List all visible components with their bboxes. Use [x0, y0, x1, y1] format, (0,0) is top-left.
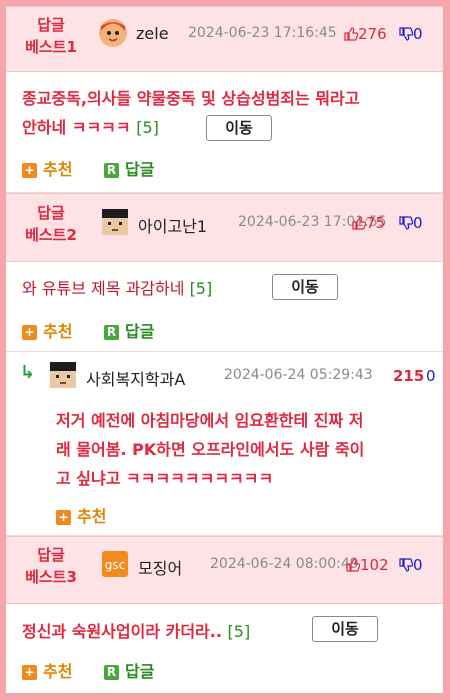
reply-label: 답글	[125, 662, 155, 681]
recommend-button[interactable]: + 추천	[22, 156, 72, 180]
badge-line2: 베스트1	[25, 38, 77, 56]
badge-line1: 답글	[37, 16, 65, 34]
reply-label: 답글	[125, 322, 155, 341]
username[interactable]: 모징어	[138, 555, 182, 579]
comment-line: 저거 예전에 아침마당에서 임요환한테 진짜 저	[56, 411, 364, 430]
thumb-up-icon	[352, 216, 366, 230]
downvote-count[interactable]: 0	[426, 367, 436, 385]
move-button[interactable]: 이동	[272, 274, 338, 300]
avatar[interactable]	[48, 360, 78, 390]
move-button[interactable]: 이동	[206, 115, 272, 141]
reply-r-icon: R	[104, 665, 119, 680]
upvote-count[interactable]: 102	[346, 556, 389, 574]
divider	[6, 351, 443, 352]
downvote-value: 0	[426, 367, 436, 385]
comment-line: 안하네 ㅋㅋㅋㅋ	[22, 118, 131, 137]
downvote-value: 0	[413, 214, 423, 232]
reply-r-icon: R	[104, 163, 119, 178]
comment-line: 와 유튜브 제목 과감하네	[22, 279, 185, 298]
reply-arrow-icon: ↳	[20, 362, 36, 383]
thumb-down-icon	[399, 558, 413, 572]
upvote-value: 215	[393, 367, 425, 385]
comment-list: 답글 베스트1 zele 2024-06-23 17:16:45 276 0 종…	[6, 6, 443, 693]
comment-text: 정신과 숙원사업이라 카더라.. [5]	[22, 617, 322, 646]
upvote-value: 102	[360, 556, 389, 574]
avatar[interactable]: gsc	[100, 549, 130, 579]
comment-text: 와 유튜브 제목 과감하네 [5]	[22, 274, 282, 303]
reply-button[interactable]: R 답글	[104, 156, 154, 180]
comment-line: 정신과 숙원사업이라 카더라..	[22, 622, 222, 641]
downvote-count[interactable]: 0	[399, 556, 423, 574]
downvote-value: 0	[413, 556, 423, 574]
upvote-count[interactable]: 215	[393, 367, 424, 385]
badge-line1: 답글	[37, 204, 65, 222]
comment-line: 고 싶냐고 ㅋㅋㅋㅋㅋㅋㅋㅋㅋㅋ	[56, 469, 274, 488]
reply-count: [5]	[227, 622, 251, 641]
reply-button[interactable]: R 답글	[104, 318, 154, 342]
timestamp: 2024-06-23 17:16:45	[188, 25, 337, 41]
comment-line: 래 물어봄. PK하면 오프라인에서도 사람 죽이	[56, 440, 365, 459]
username[interactable]: zele	[136, 24, 169, 43]
best-badge: 답글 베스트2	[20, 202, 82, 246]
thumb-down-icon	[399, 216, 413, 230]
best-badge: 답글 베스트3	[20, 544, 82, 588]
username[interactable]: 아이고난1	[138, 213, 207, 237]
upvote-value: 75	[366, 214, 386, 232]
downvote-value: 0	[413, 25, 423, 43]
upvote-count[interactable]: 276	[344, 25, 387, 43]
downvote-count[interactable]: 0	[399, 25, 423, 43]
upvote-count[interactable]: 75	[352, 214, 385, 232]
username[interactable]: 사회복지학과A	[86, 366, 185, 390]
plus-icon: +	[22, 163, 37, 178]
downvote-count[interactable]: 0	[399, 214, 423, 232]
badge-line2: 베스트2	[25, 226, 77, 244]
recommend-button[interactable]: + 추천	[22, 318, 72, 342]
recommend-label: 추천	[43, 160, 73, 179]
recommend-button[interactable]: + 추천	[56, 503, 106, 527]
timestamp: 2024-06-24 08:00:49	[210, 556, 359, 572]
best-badge: 답글 베스트1	[20, 14, 82, 58]
thumb-up-icon	[344, 27, 358, 41]
plus-icon: +	[22, 665, 37, 680]
reply-label: 답글	[125, 160, 155, 179]
reply-button[interactable]: R 답글	[104, 658, 154, 682]
plus-icon: +	[22, 325, 37, 340]
reply-count: [5]	[189, 279, 213, 298]
upvote-value: 276	[358, 25, 387, 43]
recommend-label: 추천	[43, 662, 73, 681]
badge-line1: 답글	[37, 546, 65, 564]
comment-line: 종교중독,의사들 약물중독 및 상습성범죄는 뭐라고	[22, 89, 360, 108]
badge-line2: 베스트3	[25, 568, 77, 586]
recommend-label: 추천	[43, 322, 73, 341]
reply-count: [5]	[136, 118, 159, 137]
thumb-up-icon	[346, 558, 360, 572]
thumb-down-icon	[399, 27, 413, 41]
plus-icon: +	[56, 510, 71, 525]
avatar[interactable]	[100, 207, 130, 237]
svg-text:gsc: gsc	[105, 558, 125, 572]
move-button[interactable]: 이동	[312, 616, 378, 642]
comment-text: 저거 예전에 아침마당에서 임요환한테 진짜 저 래 물어봄. PK하면 오프라…	[56, 406, 436, 493]
reply-r-icon: R	[104, 325, 119, 340]
recommend-label: 추천	[77, 507, 107, 526]
avatar[interactable]	[98, 18, 128, 48]
recommend-button[interactable]: + 추천	[22, 658, 72, 682]
timestamp: 2024-06-24 05:29:43	[224, 367, 373, 383]
